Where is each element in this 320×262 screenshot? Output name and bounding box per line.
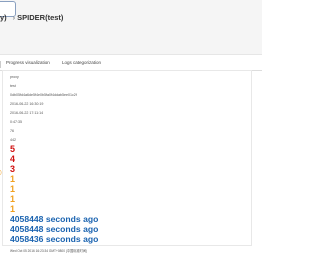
item-count-value: 76 xyxy=(10,129,14,133)
critical-count: 3 xyxy=(10,164,16,174)
time-ago-2: 4058448 seconds ago xyxy=(10,224,99,234)
time-ago-3: 4058436 seconds ago xyxy=(10,234,99,244)
info-count-4: 1 xyxy=(10,204,16,214)
time-ago-1: 4058448 seconds ago xyxy=(10,214,99,224)
end-time-value: 2016-06-22 17:11:14 xyxy=(10,111,44,115)
info-count-2: 1 xyxy=(10,184,16,194)
tab-progress-visualization[interactable]: Progress visualization xyxy=(6,60,50,65)
error-count: 5 xyxy=(10,144,16,154)
left-marker: ) xyxy=(0,170,2,176)
task-id-value: 0db05fd4a6de5f4e0b5fa0f4ddab5ee01c2f xyxy=(10,93,77,97)
start-time-value: 2016-06-22 16:30:19 xyxy=(10,102,44,106)
warning-count: 4 xyxy=(10,154,16,164)
status-value: 442 xyxy=(10,138,16,142)
name-value: test xyxy=(10,84,16,88)
breadcrumb: y) › SPIDER(test) xyxy=(0,13,63,22)
duration-value: 0:47:35 xyxy=(10,120,22,124)
info-count-1: 1 xyxy=(10,174,16,184)
chevron-right-icon: › xyxy=(12,13,16,22)
timestamp-footer: Wed Oct 05 2016 16:23:34 GMT+0800 (中国标准时… xyxy=(10,249,88,253)
header-bar: y) › SPIDER(test) xyxy=(0,0,262,55)
tab-logs-categorization[interactable]: Logs categorization xyxy=(62,60,101,65)
tab-divider xyxy=(0,61,3,68)
crumb-prefix: y) xyxy=(0,13,7,22)
project-value: proxy xyxy=(10,75,19,79)
page-title: SPIDER(test) xyxy=(17,13,64,22)
info-count-3: 1 xyxy=(10,194,16,204)
